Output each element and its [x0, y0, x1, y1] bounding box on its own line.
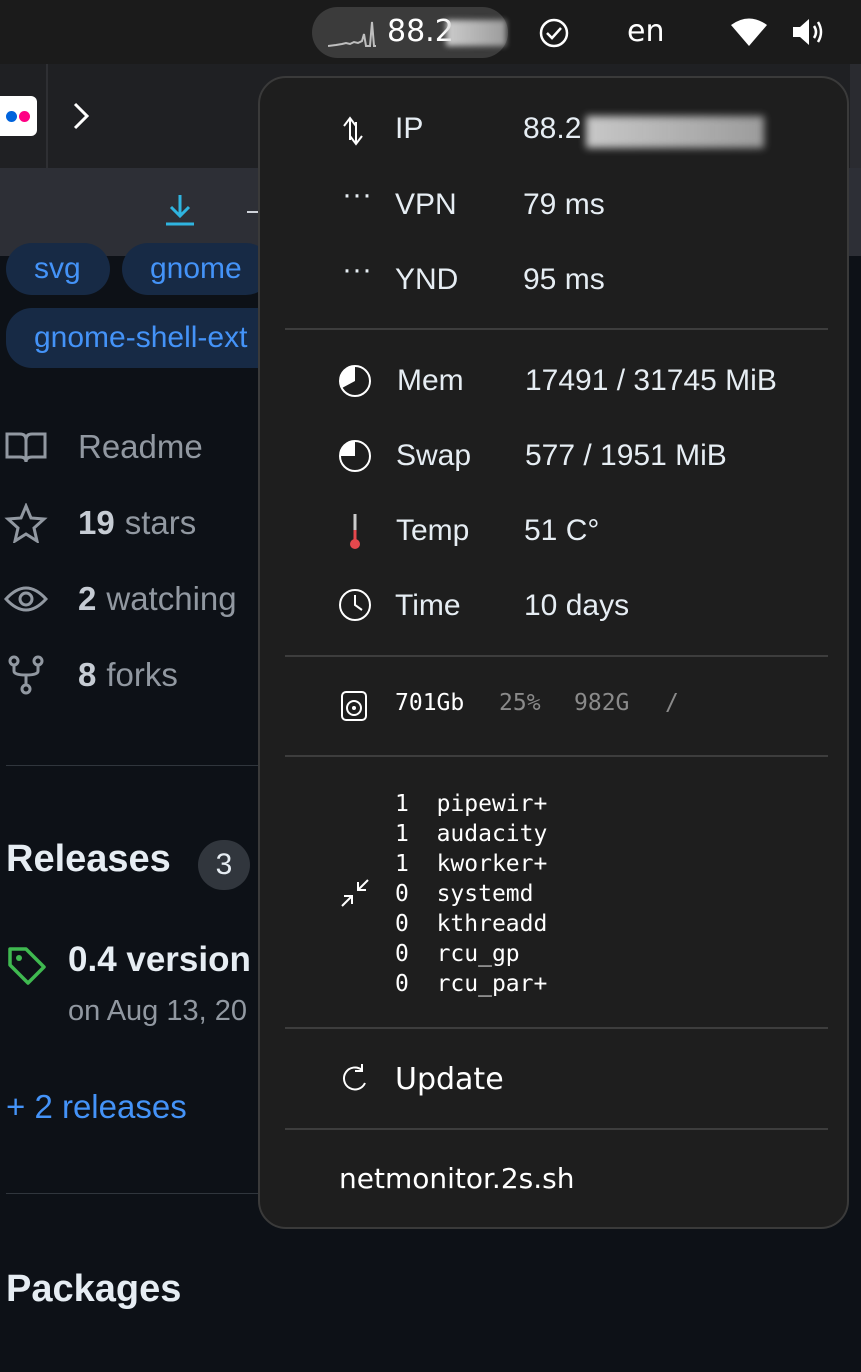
clock-icon	[339, 589, 371, 621]
process-row: 1 audacity	[395, 821, 548, 847]
stars-link[interactable]: 19 stars	[4, 503, 196, 543]
redacted-ip-blur	[586, 116, 764, 148]
chevron-right-icon[interactable]	[70, 101, 92, 131]
releases-heading[interactable]: Releases	[6, 838, 171, 881]
netmonitor-label: 88.2	[387, 14, 454, 49]
disk-used: 701Gb	[395, 690, 465, 716]
thermometer-icon	[350, 514, 360, 549]
sidebar-divider	[6, 765, 266, 766]
topic-tag-svg[interactable]: svg	[6, 243, 110, 295]
vpn-label: VPN	[395, 188, 457, 221]
packages-heading[interactable]: Packages	[6, 1268, 181, 1311]
disk-size: 982G	[574, 690, 630, 716]
check-circle-icon[interactable]	[538, 17, 570, 49]
process-list: 1 pipewir+ 1 audacity 1 kworker+ 0 systemd 0…	[395, 789, 547, 999]
script-name-label: netmonitor.2s.sh	[339, 1162, 575, 1195]
favicon-dot-blue	[6, 111, 17, 122]
redacted-ip-blur	[446, 20, 506, 46]
menu-separator	[285, 328, 828, 330]
temp-label: Temp	[396, 514, 470, 547]
swap-label: Swap	[396, 439, 472, 472]
favicon-dot-pink	[19, 111, 30, 122]
watching-label: watching	[106, 580, 237, 617]
disk-percent: 25%	[499, 690, 541, 716]
process-row: 0 systemd	[395, 881, 534, 907]
time-value: 10 days	[524, 589, 630, 622]
forks-link[interactable]: 8 forks	[4, 655, 178, 695]
update-label: Update	[395, 1062, 504, 1097]
ip-label: IP	[395, 112, 424, 145]
script-menu-item[interactable]: netmonitor.2s.sh	[260, 1156, 851, 1206]
shrink-icon	[341, 879, 369, 907]
pie-icon	[339, 365, 371, 397]
wifi-icon[interactable]	[729, 16, 769, 48]
mem-value: 17491 / 31745 MiB	[525, 364, 777, 397]
ynd-label: YND	[395, 263, 459, 296]
ynd-value: 95 ms	[523, 263, 605, 296]
updown-arrows-icon	[343, 116, 363, 146]
latest-release-date: on Aug 13, 20	[68, 995, 247, 1027]
network-sparkline-icon	[328, 21, 376, 47]
fork-icon	[8, 655, 44, 695]
dots-icon: ···	[342, 253, 372, 286]
netmonitor-popup-menu: IP 88.2 ··· VPN 79 ms ··· YND 95 ms Mem …	[258, 76, 849, 1229]
pie-icon	[339, 440, 371, 472]
releases-divider	[6, 1193, 266, 1194]
forks-count: 8	[78, 656, 97, 693]
download-icon[interactable]	[162, 192, 198, 228]
language-indicator[interactable]: en	[627, 14, 664, 49]
swap-value: 577 / 1951 MiB	[525, 439, 727, 472]
stars-label: stars	[124, 504, 197, 541]
ip-value: 88.2	[523, 112, 582, 145]
tab-bar-edge	[850, 64, 861, 168]
process-row: 0 rcu_par+	[395, 971, 548, 997]
star-icon	[4, 503, 48, 543]
tag-icon	[8, 947, 46, 985]
menu-separator	[285, 1128, 828, 1130]
stars-count: 19	[78, 504, 115, 541]
watching-count: 2	[78, 580, 97, 617]
menu-separator	[285, 755, 828, 757]
refresh-icon	[342, 1064, 366, 1091]
update-menu-item[interactable]: Update	[260, 1053, 851, 1113]
dots-icon: ···	[342, 178, 372, 211]
process-row: 0 rcu_gp	[395, 941, 520, 967]
temp-value: 51 C°	[524, 514, 600, 547]
tab-separator	[46, 64, 48, 168]
disk-mount: /	[665, 690, 679, 716]
menu-separator	[285, 1027, 828, 1029]
volume-icon[interactable]	[791, 16, 827, 48]
time-label: Time	[395, 589, 461, 622]
watching-link[interactable]: 2 watching	[4, 580, 237, 618]
topic-tag-gnome[interactable]: gnome	[122, 243, 272, 295]
readme-link[interactable]: Readme	[4, 428, 203, 466]
readme-label: Readme	[78, 428, 203, 465]
more-releases-link[interactable]: + 2 releases	[6, 1088, 187, 1126]
process-row: 0 kthreadd	[395, 911, 548, 937]
book-icon	[5, 432, 47, 463]
mem-label: Mem	[397, 364, 464, 397]
eye-icon	[4, 586, 48, 612]
menu-separator	[285, 655, 828, 657]
disk-icon	[341, 691, 367, 721]
process-row: 1 kworker+	[395, 851, 548, 877]
process-row: 1 pipewir+	[395, 791, 548, 817]
latest-release-link[interactable]: 0.4 version	[68, 940, 251, 980]
forks-label: forks	[106, 656, 178, 693]
vpn-value: 79 ms	[523, 188, 605, 221]
releases-count-badge: 3	[198, 840, 250, 890]
